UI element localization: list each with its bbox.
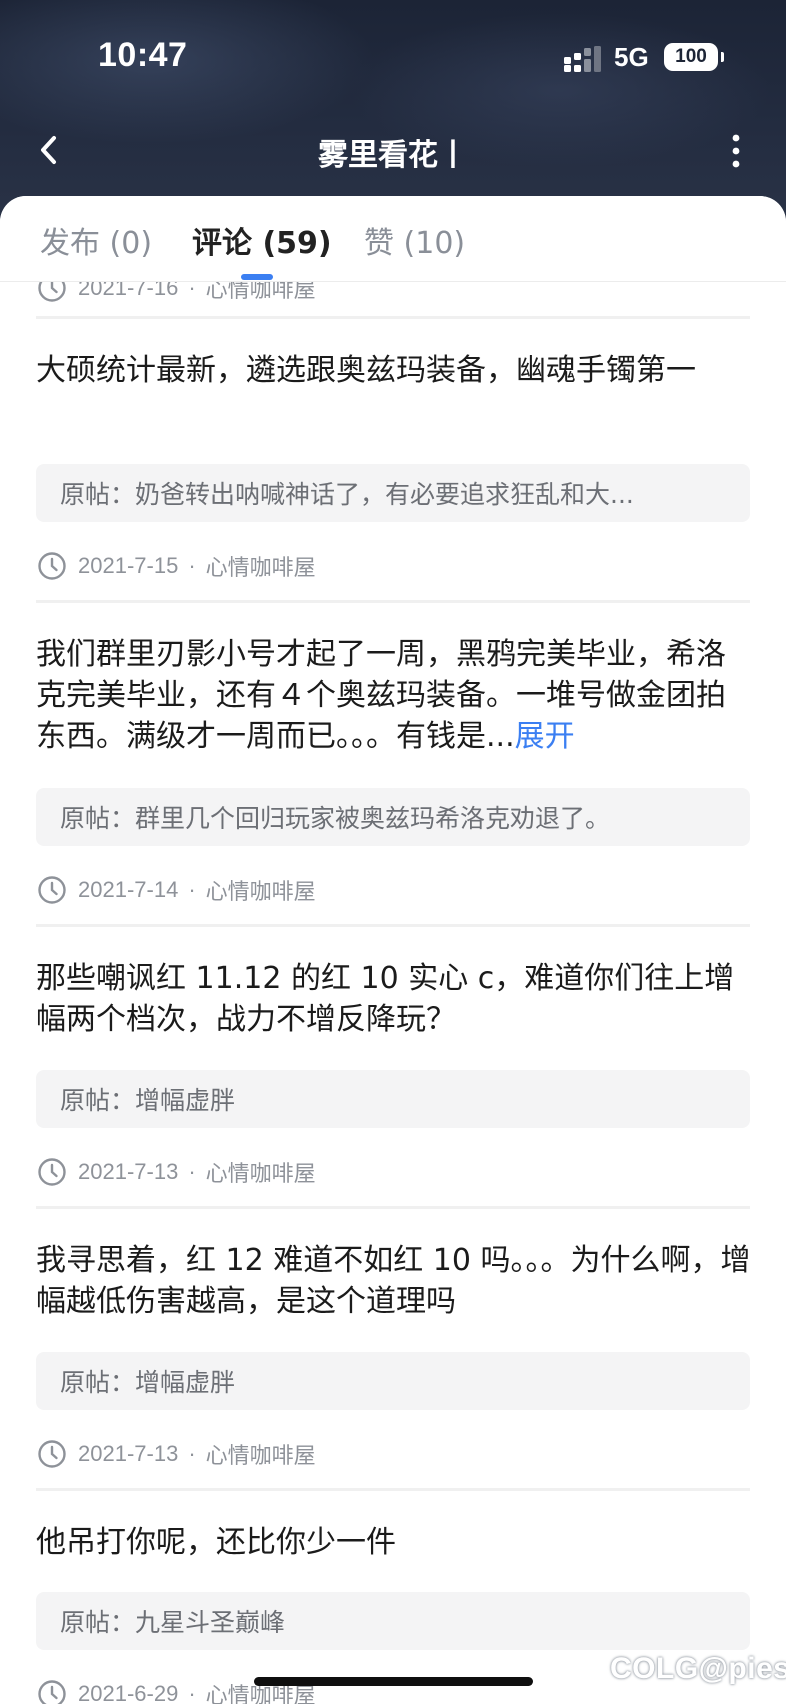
- meta-separator: ·: [188, 1159, 196, 1184]
- comment-date: 2021-6-29: [78, 1681, 179, 1704]
- comment-meta: 2021-7-16 · 心情咖啡屋: [36, 282, 316, 308]
- comment-date: 2021-7-14: [78, 877, 179, 902]
- page-title: 雾里看花丨: [318, 138, 468, 173]
- network-type: 5G: [614, 42, 649, 72]
- meta-separator: ·: [188, 553, 196, 578]
- more-options-icon[interactable]: [718, 130, 754, 172]
- comment-date: 2021-7-15: [78, 553, 179, 578]
- active-tab-indicator: [241, 274, 273, 280]
- tab-comments[interactable]: 评论 (59): [192, 218, 332, 262]
- meta-separator: ·: [188, 877, 196, 902]
- home-indicator[interactable]: [254, 1677, 533, 1686]
- meta-separator: ·: [188, 1681, 196, 1704]
- meta-separator: ·: [188, 282, 196, 300]
- battery-level: 100: [675, 46, 707, 67]
- clock-icon: [38, 282, 66, 302]
- comment-forum[interactable]: 心情咖啡屋: [206, 282, 316, 304]
- tab-posts[interactable]: 发布 (0): [40, 218, 152, 262]
- comment-forum[interactable]: 心情咖啡屋: [206, 550, 316, 582]
- comment-text[interactable]: 我们群里刃影小号才起了一周，黑鸦完美毕业，希洛克完美毕业，还有４个奥兹玛装备。一…: [36, 634, 752, 757]
- comment-date: 2021-7-16: [78, 282, 179, 300]
- expand-link[interactable]: 展开: [515, 719, 575, 754]
- comment-meta: 2021-7-15 · 心情咖啡屋: [36, 546, 316, 586]
- comment-forum[interactable]: 心情咖啡屋: [206, 874, 316, 906]
- content-sheet: 发布 (0) 评论 (59) 赞 (10) 2021-7-16 · 心情咖啡屋 …: [0, 196, 786, 1704]
- tab-bar: 发布 (0) 评论 (59) 赞 (10): [0, 196, 786, 282]
- original-post-link[interactable]: 原帖：群里几个回归玩家被奥兹玛希洛克劝退了。: [36, 788, 750, 846]
- comment-text-body: 我们群里刃影小号才起了一周，黑鸦完美毕业，希洛克完美毕业，还有４个奥兹玛装备。一…: [36, 637, 726, 754]
- clock-icon: [38, 1680, 66, 1704]
- comment-text[interactable]: 那些嘲讽红 11.12 的红 10 实心 c，难道你们往上增幅两个档次，战力不增…: [36, 958, 752, 1040]
- clock-icon: [38, 552, 66, 580]
- divider: [36, 316, 750, 319]
- comment-meta: 2021-7-13 · 心情咖啡屋: [36, 1434, 316, 1474]
- original-post-link[interactable]: 原帖：奶爸转出呐喊神话了，有必要追求狂乱和大...: [36, 464, 750, 522]
- clock-icon: [38, 876, 66, 904]
- original-post-link[interactable]: 原帖：增幅虚胖: [36, 1352, 750, 1410]
- comment-text[interactable]: 我寻思着，红 12 难道不如红 10 吗。。。为什么啊，增幅越低伤害越高，是这个…: [36, 1240, 752, 1322]
- comment-forum[interactable]: 心情咖啡屋: [206, 1156, 316, 1188]
- tab-likes[interactable]: 赞 (10): [364, 218, 465, 262]
- meta-separator: ·: [188, 1441, 196, 1466]
- comment-list[interactable]: 2021-7-16 · 心情咖啡屋 大硕统计最新，遴选跟奥兹玛装备，幽魂手镯第一…: [0, 282, 786, 1704]
- comment-text[interactable]: 他吊打你呢，还比你少一件: [36, 1522, 752, 1563]
- comment-text[interactable]: 大硕统计最新，遴选跟奥兹玛装备，幽魂手镯第一: [36, 350, 752, 391]
- clock-icon: [38, 1158, 66, 1186]
- divider: [36, 1206, 750, 1209]
- comment-forum[interactable]: 心情咖啡屋: [206, 1438, 316, 1470]
- divider: [36, 1488, 750, 1491]
- comment-date: 2021-7-13: [78, 1159, 179, 1184]
- watermark: COLG@pies: [610, 1652, 786, 1685]
- comment-date: 2021-7-13: [78, 1441, 179, 1466]
- clock-icon: [38, 1440, 66, 1468]
- comment-meta: 2021-7-13 · 心情咖啡屋: [36, 1152, 316, 1192]
- comment-meta: 2021-7-14 · 心情咖啡屋: [36, 870, 316, 910]
- divider: [36, 924, 750, 927]
- original-post-link[interactable]: 原帖：增幅虚胖: [36, 1070, 750, 1128]
- status-time: 10:47: [98, 36, 188, 74]
- divider: [36, 600, 750, 603]
- signal-strength-icon: [564, 46, 601, 72]
- original-post-link[interactable]: 原帖：九星斗圣巅峰: [36, 1592, 750, 1650]
- battery-icon: 100: [664, 43, 724, 71]
